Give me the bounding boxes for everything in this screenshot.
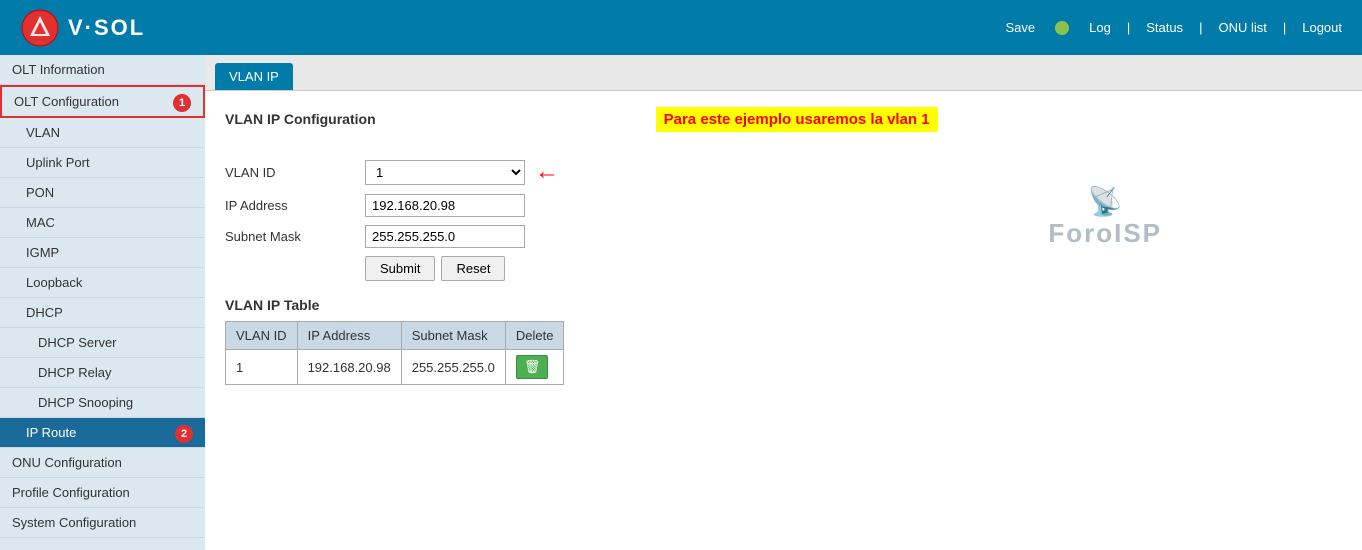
table-col-subnet-mask: Subnet Mask [401, 322, 505, 350]
main-layout: OLT InformationOLT Configuration1VLANUpl… [0, 55, 1362, 550]
sidebar-item-olt-configuration[interactable]: OLT Configuration1 [0, 85, 205, 118]
log-link[interactable]: Log [1089, 20, 1111, 35]
sidebar-item-dhcp-server[interactable]: DHCP Server [0, 328, 205, 358]
table-col-delete: Delete [505, 322, 564, 350]
cell-subnet_mask: 255.255.255.0 [401, 350, 505, 385]
form-buttons: Submit Reset [365, 256, 1342, 281]
subnet-mask-label: Subnet Mask [225, 229, 365, 244]
sidebar-item-ip-route[interactable]: IP Route2 [0, 418, 205, 448]
sidebar-item-dhcp[interactable]: DHCP [0, 298, 205, 328]
onu-list-link[interactable]: ONU list [1218, 20, 1266, 35]
form-title: VLAN IP Configuration [225, 107, 376, 127]
logo: V·SOL [20, 8, 145, 48]
save-label: Save [1005, 20, 1035, 35]
sidebar-item-vlan[interactable]: VLAN [0, 118, 205, 148]
vsol-logo-icon [20, 8, 60, 48]
logo-text: V·SOL [68, 15, 145, 41]
red-arrow-icon: ← [535, 158, 559, 186]
status-indicator [1055, 21, 1069, 35]
tab-bar: VLAN IP [205, 55, 1362, 91]
logout-link[interactable]: Logout [1302, 20, 1342, 35]
content-area: VLAN IP Configuration Para este ejemplo … [205, 91, 1362, 401]
main-content: VLAN IP VLAN IP Configuration Para este … [205, 55, 1362, 550]
sidebar-item-system-configuration[interactable]: System Configuration [0, 508, 205, 538]
table-col-ip-address: IP Address [297, 322, 401, 350]
vlan-id-row: VLAN ID 1 ← [225, 158, 1342, 186]
sidebar-item-uplink-port[interactable]: Uplink Port [0, 148, 205, 178]
sidebar-item-olt-information[interactable]: OLT Information [0, 55, 205, 85]
sidebar-item-igmp[interactable]: IGMP [0, 238, 205, 268]
badge-olt-configuration: 1 [173, 94, 191, 112]
badge-ip-route: 2 [175, 425, 193, 443]
subnet-mask-input[interactable] [365, 225, 525, 248]
sidebar-item-dhcp-snooping[interactable]: DHCP Snooping [0, 388, 205, 418]
annotation-text: Para este ejemplo usaremos la vlan 1 [656, 107, 938, 132]
ip-address-input[interactable] [365, 194, 525, 217]
sidebar: OLT InformationOLT Configuration1VLANUpl… [0, 55, 205, 550]
cell-vlan_id: 1 [226, 350, 298, 385]
delete-button[interactable]: 🗑 [516, 355, 549, 379]
table-title: VLAN IP Table [225, 297, 1342, 313]
vlan-id-select[interactable]: 1 [365, 160, 525, 185]
sidebar-item-pon[interactable]: PON [0, 178, 205, 208]
ip-address-row: IP Address [225, 194, 1342, 217]
sidebar-item-profile-configuration[interactable]: Profile Configuration [0, 478, 205, 508]
vlan-ip-table: VLAN IDIP AddressSubnet MaskDelete 1192.… [225, 321, 564, 385]
vlan-id-label: VLAN ID [225, 165, 365, 180]
vlan-ip-table-section: VLAN IP Table VLAN IDIP AddressSubnet Ma… [225, 297, 1342, 385]
header-nav: Log | Status | ONU list | Logout [1089, 20, 1342, 35]
sidebar-item-dhcp-relay[interactable]: DHCP Relay [0, 358, 205, 388]
cell-delete: 🗑 [505, 350, 564, 385]
table-row: 1192.168.20.98255.255.255.0 🗑 [226, 350, 564, 385]
table-col-vlan-id: VLAN ID [226, 322, 298, 350]
subnet-mask-row: Subnet Mask [225, 225, 1342, 248]
reset-button[interactable]: Reset [441, 256, 505, 281]
submit-button[interactable]: Submit [365, 256, 435, 281]
sidebar-item-onu-configuration[interactable]: ONU Configuration [0, 448, 205, 478]
header-right: Save Log | Status | ONU list | Logout [1005, 20, 1342, 35]
sidebar-item-mac[interactable]: MAC [0, 208, 205, 238]
ip-address-label: IP Address [225, 198, 365, 213]
sidebar-item-loopback[interactable]: Loopback [0, 268, 205, 298]
status-link[interactable]: Status [1146, 20, 1183, 35]
vlan-ip-tab[interactable]: VLAN IP [215, 63, 293, 90]
header: V·SOL Save Log | Status | ONU list | Log… [0, 0, 1362, 55]
cell-ip_address: 192.168.20.98 [297, 350, 401, 385]
